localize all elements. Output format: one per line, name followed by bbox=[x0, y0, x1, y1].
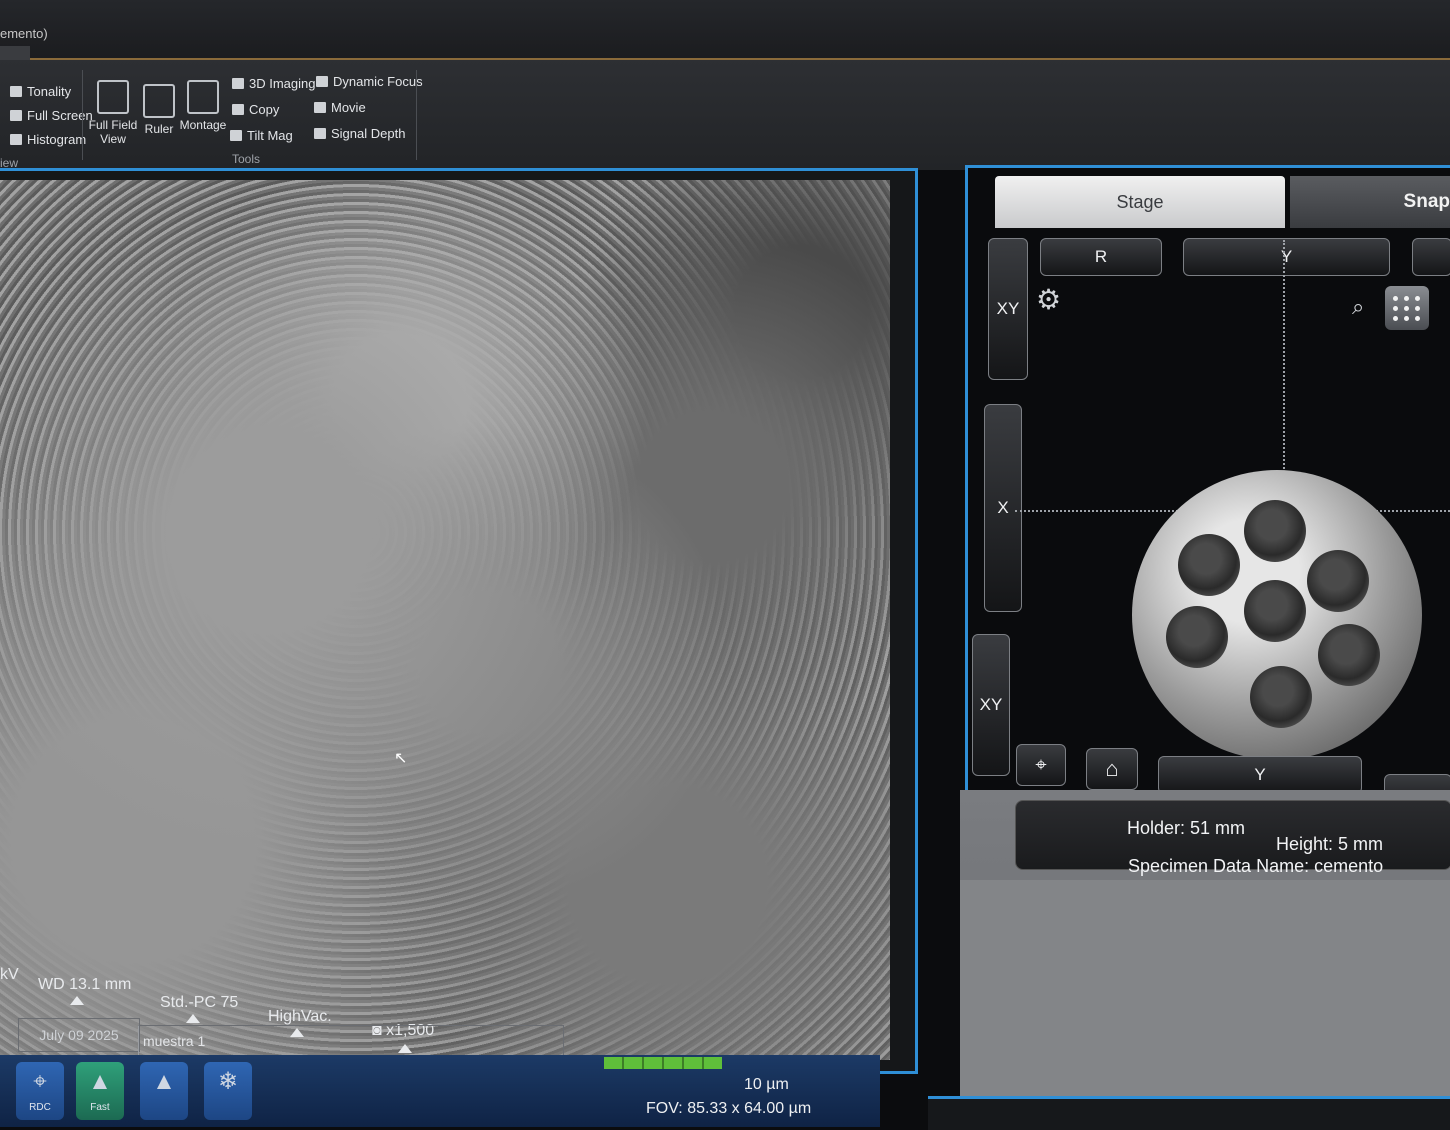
grid-dot bbox=[1415, 306, 1420, 311]
specimen-well[interactable] bbox=[1244, 500, 1306, 562]
info-panel-lower bbox=[960, 880, 1450, 1127]
dynamic-focus-button[interactable]: Dynamic Focus bbox=[316, 74, 423, 89]
grid-dot bbox=[1404, 316, 1409, 321]
grid-dot bbox=[1393, 306, 1398, 311]
full-screen-button[interactable]: Full Screen bbox=[10, 108, 93, 123]
tilt-mag-label: Tilt Mag bbox=[247, 128, 293, 143]
montage-icon bbox=[187, 80, 219, 114]
zoom-icon[interactable]: ⌕ bbox=[1352, 294, 1364, 320]
scale-bar-label: 10 µm bbox=[744, 1076, 789, 1093]
scan-fast-icon: ▲ bbox=[88, 1068, 112, 1095]
signal-depth-button[interactable]: Signal Depth bbox=[314, 126, 405, 141]
ribbon-separator bbox=[416, 70, 417, 160]
fast-scan-button[interactable]: ▲ Fast bbox=[76, 1062, 124, 1120]
wd-label[interactable]: WD 13.1 mm bbox=[38, 976, 131, 994]
grid-dot bbox=[1404, 296, 1409, 301]
specimen-name-label: Specimen Data Name: cemento bbox=[1128, 856, 1384, 876]
holder-size-label: Holder: 51 mm bbox=[1127, 818, 1246, 838]
dynamic-focus-label: Dynamic Focus bbox=[333, 74, 423, 89]
y-up-button[interactable]: Y bbox=[1183, 238, 1390, 276]
fast-label: Fast bbox=[90, 1102, 110, 1113]
dynamic-focus-icon bbox=[316, 76, 328, 87]
movie-button[interactable]: Movie bbox=[314, 100, 366, 115]
scan-icon: ▲ bbox=[152, 1068, 176, 1095]
scan-button[interactable]: ▲ bbox=[140, 1062, 188, 1120]
tonality-label: Tonality bbox=[27, 84, 72, 99]
specimen-well[interactable] bbox=[1166, 606, 1228, 668]
y-down-button[interactable]: Y bbox=[1158, 756, 1362, 794]
histogram-label: Histogram bbox=[27, 132, 87, 147]
target-icon: ⌖ bbox=[1035, 753, 1047, 776]
histogram-button[interactable]: Histogram bbox=[10, 132, 86, 147]
copy-icon bbox=[232, 104, 244, 115]
specimen-well[interactable] bbox=[1244, 580, 1306, 642]
full-screen-icon bbox=[10, 110, 22, 121]
grid-dot bbox=[1415, 316, 1420, 321]
montage-label: Montage bbox=[179, 118, 227, 132]
specimen-height-label: Height: 5 mm bbox=[1276, 834, 1384, 854]
tab-snap[interactable]: Snap bbox=[1290, 176, 1450, 228]
grid-dot bbox=[1393, 316, 1398, 321]
vacuum-label[interactable]: HighVac. bbox=[268, 1008, 332, 1026]
histogram-icon bbox=[10, 134, 22, 145]
specimen-holder-image[interactable] bbox=[1132, 470, 1422, 760]
ruler-icon bbox=[143, 84, 175, 118]
signal-level-meter bbox=[604, 1057, 722, 1069]
probe-current-label[interactable]: Std.-PC 75 bbox=[160, 994, 238, 1012]
tools-group-label: Tools bbox=[232, 152, 261, 166]
montage-button[interactable]: Montage bbox=[176, 80, 230, 132]
sample-name-field[interactable]: muestra 1 bbox=[138, 1025, 564, 1057]
snowflake-icon: ❄ bbox=[217, 1068, 239, 1095]
tilt-mag-button[interactable]: Tilt Mag bbox=[230, 128, 293, 143]
mouse-cursor-icon: ↖ bbox=[394, 750, 408, 767]
home-icon: ⌂ bbox=[1105, 756, 1119, 781]
full-field-view-icon bbox=[97, 80, 129, 114]
copy-button[interactable]: Copy bbox=[232, 102, 279, 117]
xy-bottom-button[interactable]: XY bbox=[972, 634, 1010, 776]
specimen-well[interactable] bbox=[1307, 550, 1369, 612]
xy-top-button[interactable]: XY bbox=[988, 238, 1028, 380]
grid-dot bbox=[1393, 296, 1398, 301]
movie-label: Movie bbox=[331, 100, 366, 115]
tab-stage[interactable]: Stage bbox=[995, 176, 1285, 228]
3d-imaging-icon bbox=[232, 78, 244, 89]
tonality-button[interactable]: Tonality bbox=[10, 84, 71, 99]
tonality-icon bbox=[10, 86, 22, 97]
rdc-label: RDC bbox=[29, 1102, 51, 1113]
ribbon-separator bbox=[82, 70, 83, 160]
fov-label: FOV: 85.33 x 64.00 µm bbox=[646, 1100, 812, 1117]
ribbon-tab[interactable] bbox=[0, 46, 30, 60]
kv-label: kV bbox=[0, 966, 19, 983]
home-button[interactable]: ⌂ bbox=[1086, 748, 1138, 790]
window-title: emento) bbox=[0, 26, 48, 41]
signal-depth-label: Signal Depth bbox=[331, 126, 406, 141]
freeze-button[interactable]: ❄ bbox=[204, 1062, 252, 1120]
specimen-well[interactable] bbox=[1250, 666, 1312, 728]
info-panel-bottom-bar bbox=[928, 1096, 1450, 1130]
3d-imaging-button[interactable]: 3D Imaging bbox=[232, 76, 315, 91]
sem-image[interactable] bbox=[0, 180, 890, 1060]
probe-icon: ⌖ bbox=[33, 1068, 47, 1095]
gear-icon[interactable]: ⚙ bbox=[1036, 283, 1061, 316]
copy-label: Copy bbox=[249, 102, 280, 117]
movie-icon bbox=[314, 102, 326, 113]
x-left-button[interactable]: X bbox=[984, 404, 1022, 612]
wd-arrow-icon[interactable] bbox=[70, 996, 84, 1005]
specimen-well[interactable] bbox=[1178, 534, 1240, 596]
rotate-r-button[interactable]: R bbox=[1040, 238, 1162, 276]
probe-current-arrow-icon[interactable] bbox=[186, 1014, 200, 1023]
stage-top-right-button[interactable] bbox=[1412, 238, 1450, 276]
date-field: July 09 2025 bbox=[18, 1018, 140, 1052]
grid-dot bbox=[1404, 306, 1409, 311]
specimen-well[interactable] bbox=[1318, 624, 1380, 686]
signal-depth-icon bbox=[314, 128, 326, 139]
window-titlebar: emento) bbox=[0, 0, 1450, 60]
3d-imaging-label: 3D Imaging bbox=[249, 76, 316, 91]
grid-dot bbox=[1415, 296, 1420, 301]
rdc-button[interactable]: ⌖ RDC bbox=[16, 1062, 64, 1120]
tilt-mag-icon bbox=[230, 130, 242, 141]
grid-view-button[interactable] bbox=[1385, 286, 1429, 330]
center-target-button[interactable]: ⌖ bbox=[1016, 744, 1066, 786]
